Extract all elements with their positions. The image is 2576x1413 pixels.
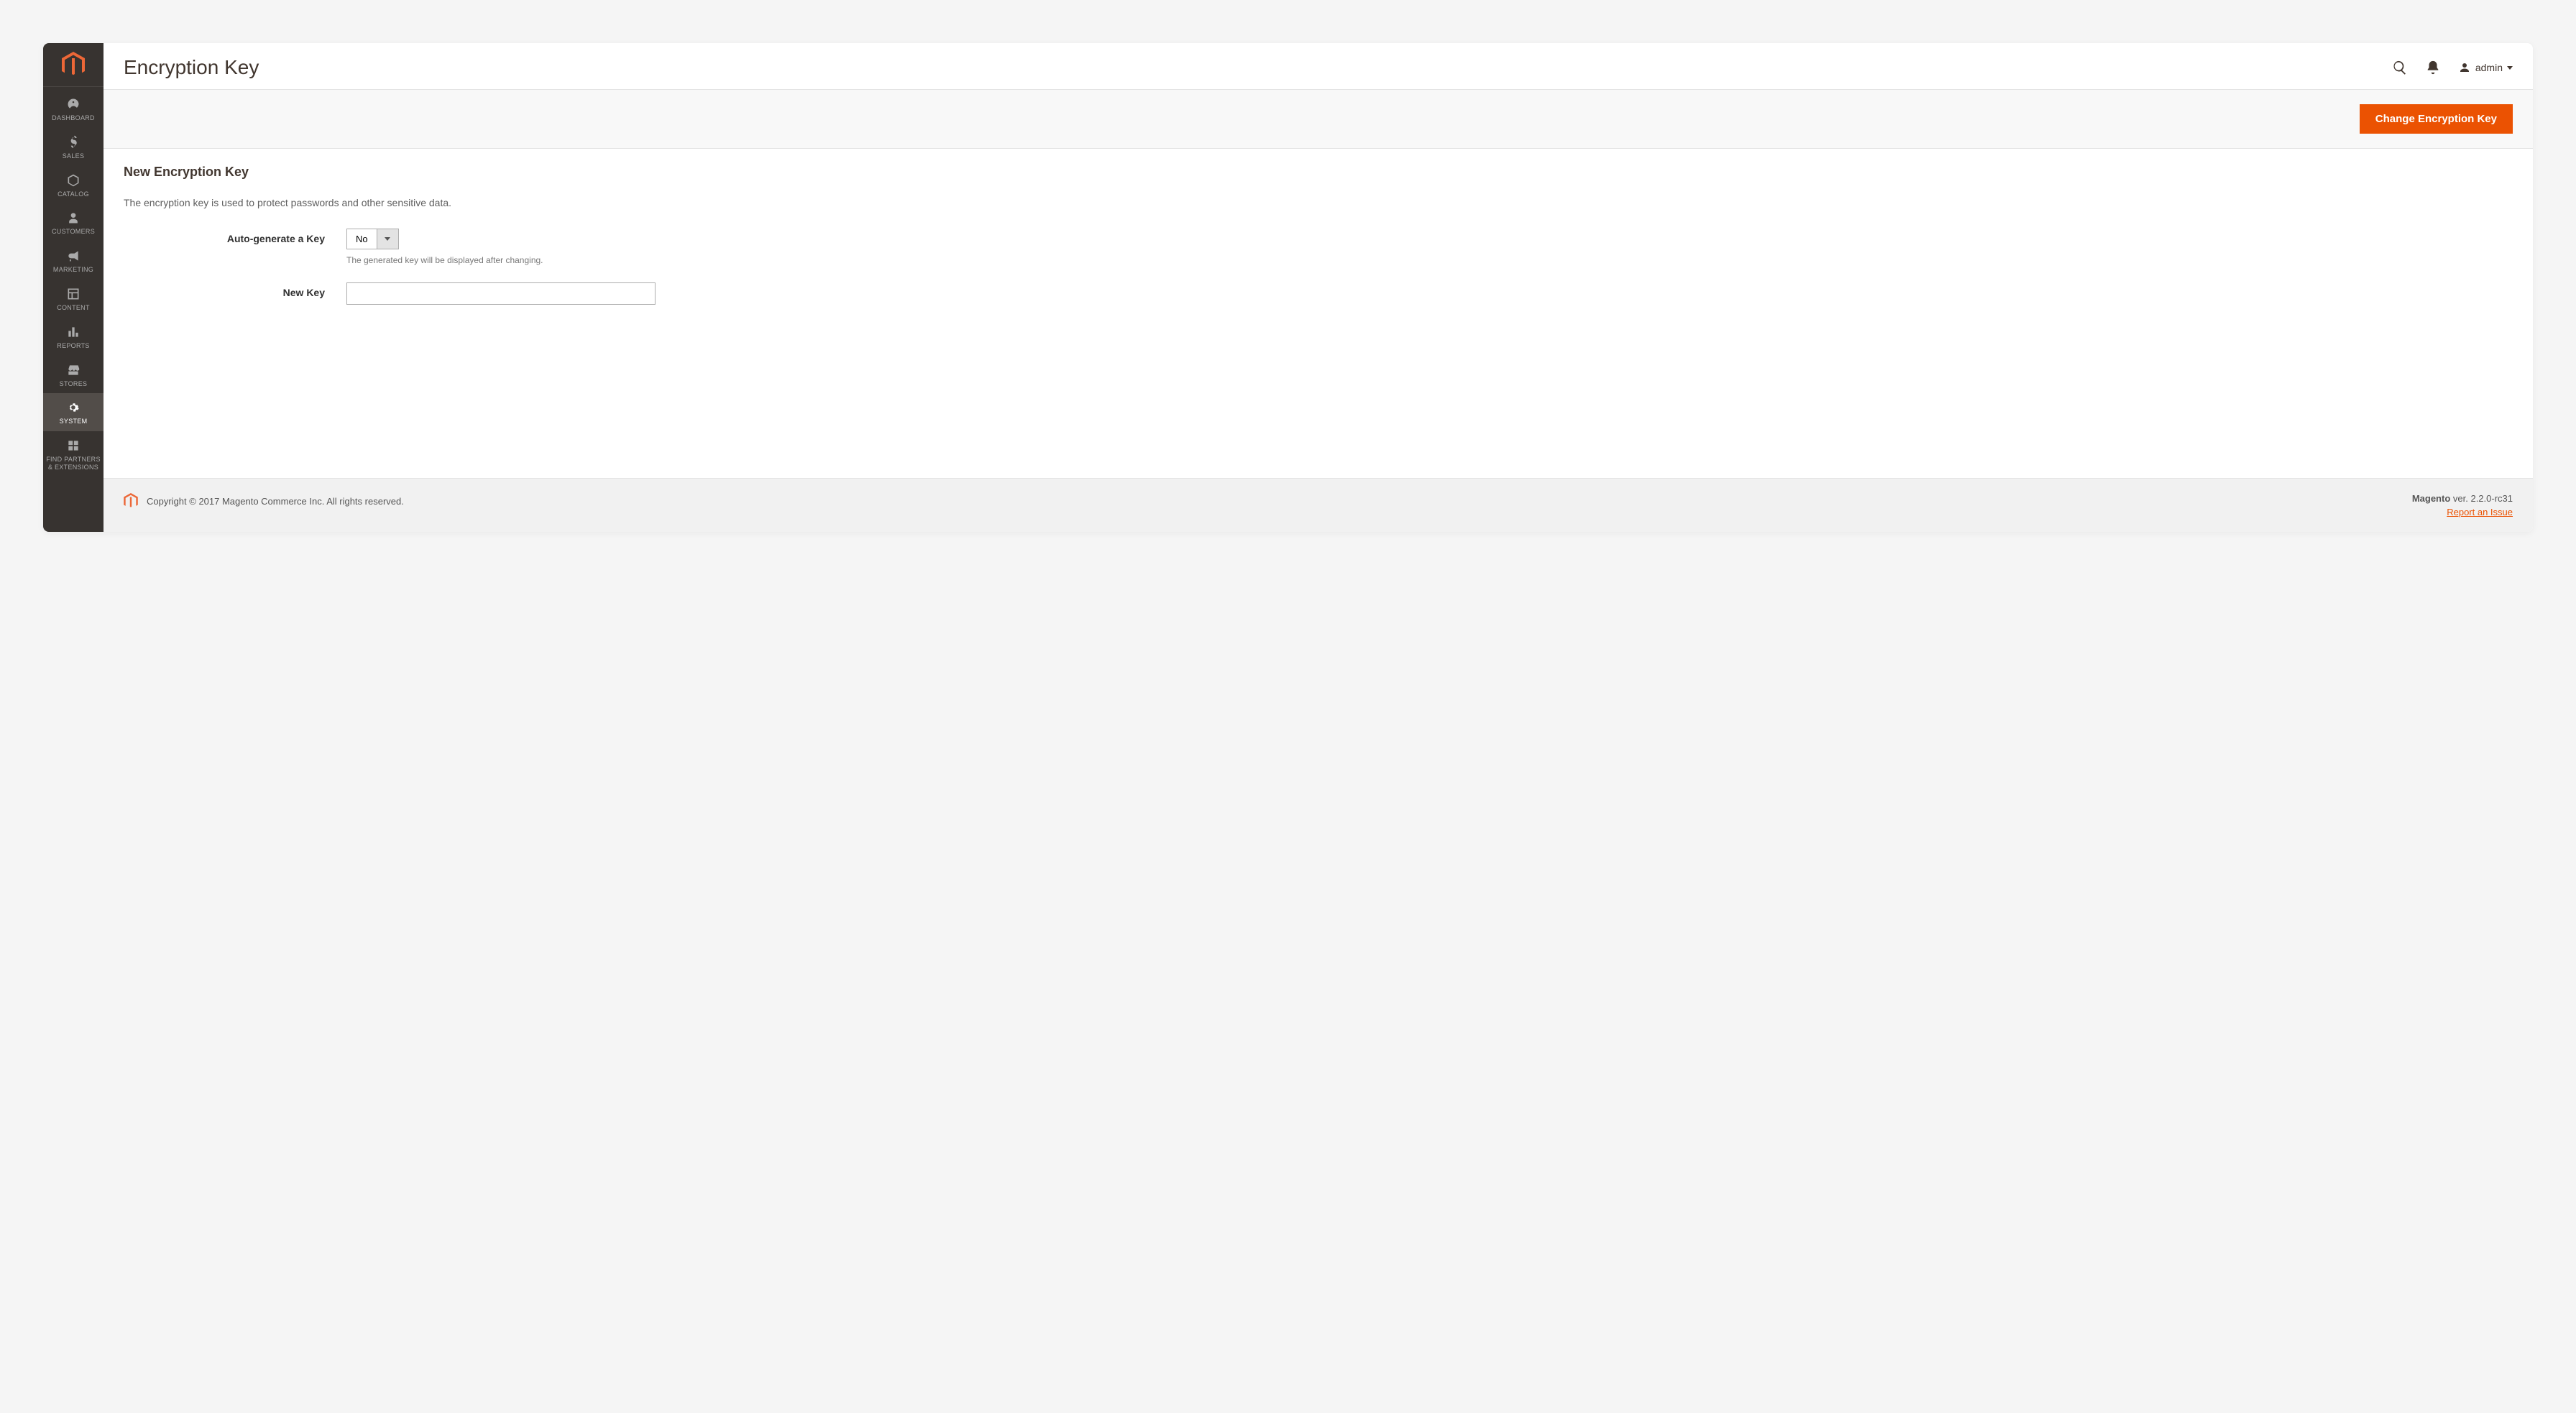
nav-label: CATALOG	[58, 190, 89, 198]
gear-icon	[66, 400, 80, 415]
megaphone-icon	[66, 249, 80, 263]
magento-logo-icon	[62, 52, 85, 78]
dollar-icon	[66, 135, 80, 149]
sidebar: DASHBOARD SALES CATALOG CUSTOMERS MARKET…	[43, 43, 104, 532]
user-menu[interactable]: admin	[2458, 61, 2513, 74]
version-line: Magento ver. 2.2.0-rc31	[2412, 493, 2513, 504]
action-bar: Change Encryption Key	[104, 89, 2533, 149]
header-actions: admin	[2392, 60, 2513, 75]
newkey-control	[346, 282, 2513, 305]
select-arrow	[377, 229, 398, 249]
nav-sales[interactable]: SALES	[43, 128, 104, 166]
section-title: New Encryption Key	[124, 165, 2513, 180]
footer-left: Copyright © 2017 Magento Commerce Inc. A…	[124, 493, 404, 509]
newkey-row: New Key	[124, 282, 2513, 305]
nav-label: FIND PARTNERS & EXTENSIONS	[46, 456, 101, 471]
nav-customers[interactable]: CUSTOMERS	[43, 203, 104, 241]
change-encryption-key-button[interactable]: Change Encryption Key	[2360, 104, 2513, 134]
autogen-control: No The generated key will be displayed a…	[346, 229, 2513, 265]
header: Encryption Key admin	[104, 43, 2533, 89]
app-window: DASHBOARD SALES CATALOG CUSTOMERS MARKET…	[43, 43, 2533, 532]
nav-label: SYSTEM	[60, 418, 88, 425]
autogen-select[interactable]: No	[346, 229, 399, 249]
newkey-input[interactable]	[346, 282, 656, 305]
autogen-row: Auto-generate a Key No The generated key…	[124, 229, 2513, 265]
user-label: admin	[2475, 62, 2503, 73]
page-title: Encryption Key	[124, 56, 259, 79]
main: Encryption Key admin Change Encryption K…	[104, 43, 2533, 532]
logo-wrap	[43, 43, 104, 87]
nav-label: CUSTOMERS	[52, 228, 95, 236]
nav-label: REPORTS	[57, 342, 89, 350]
nav-stores[interactable]: STORES	[43, 356, 104, 394]
nav-label: STORES	[60, 380, 88, 388]
footer-right: Magento ver. 2.2.0-rc31 Report an Issue	[2412, 493, 2513, 517]
nav-catalog[interactable]: CATALOG	[43, 166, 104, 204]
blocks-icon	[66, 438, 80, 453]
content: New Encryption Key The encryption key is…	[104, 149, 2533, 351]
nav-system[interactable]: SYSTEM	[43, 393, 104, 431]
store-icon	[66, 363, 80, 377]
cube-icon	[66, 173, 80, 188]
autogen-label: Auto-generate a Key	[124, 229, 346, 244]
autogen-help: The generated key will be displayed afte…	[346, 255, 2513, 265]
gauge-icon	[66, 97, 80, 111]
bars-icon	[66, 325, 80, 339]
footer: Copyright © 2017 Magento Commerce Inc. A…	[104, 478, 2533, 532]
search-icon[interactable]	[2392, 60, 2408, 75]
nav-label: CONTENT	[57, 304, 90, 312]
autogen-value: No	[347, 229, 377, 249]
nav-content[interactable]: CONTENT	[43, 280, 104, 318]
nav-dashboard[interactable]: DASHBOARD	[43, 90, 104, 128]
layout-icon	[66, 287, 80, 301]
version-text: ver. 2.2.0-rc31	[2450, 493, 2513, 504]
brand-text: Magento	[2412, 493, 2450, 504]
person-icon	[66, 211, 80, 225]
chevron-down-icon	[385, 237, 390, 241]
nav-label: SALES	[63, 152, 85, 160]
magento-logo-icon	[124, 493, 138, 509]
nav-reports[interactable]: REPORTS	[43, 318, 104, 356]
copyright-text: Copyright © 2017 Magento Commerce Inc. A…	[147, 496, 404, 507]
section-description: The encryption key is used to protect pa…	[124, 197, 2513, 208]
newkey-label: New Key	[124, 282, 346, 298]
nav-label: MARKETING	[53, 266, 93, 274]
nav-marketing[interactable]: MARKETING	[43, 241, 104, 280]
bell-icon[interactable]	[2425, 60, 2441, 75]
user-icon	[2458, 61, 2471, 74]
nav-partners[interactable]: FIND PARTNERS & EXTENSIONS	[43, 431, 104, 477]
nav-label: DASHBOARD	[52, 114, 95, 122]
chevron-down-icon	[2507, 66, 2513, 70]
report-issue-link[interactable]: Report an Issue	[2447, 507, 2513, 517]
